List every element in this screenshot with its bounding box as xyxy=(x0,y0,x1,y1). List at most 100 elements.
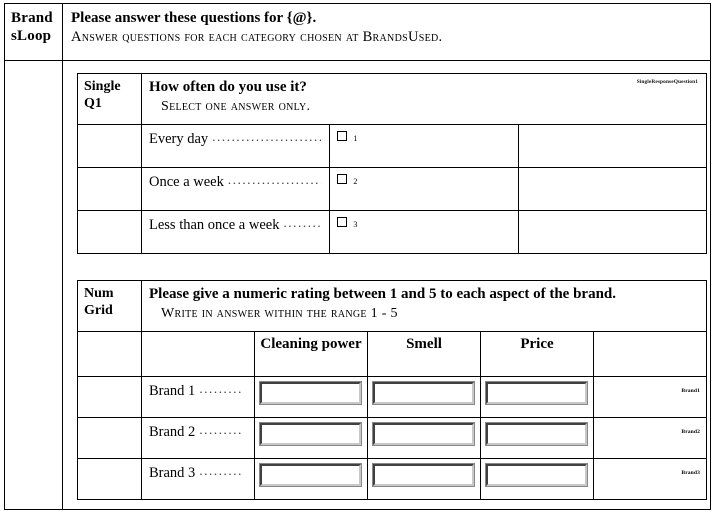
grid-question-type-label-line1: Num xyxy=(84,286,114,301)
answer-label-cell: Less than once a week ..................… xyxy=(140,210,331,254)
answer-spacer-cell xyxy=(77,210,142,254)
answer-trailing-cell xyxy=(517,124,708,168)
grid-input-field[interactable] xyxy=(485,463,588,487)
grid-row-label-cell: Brand 1 ......... xyxy=(141,376,255,418)
loop-label-line2: sLoop xyxy=(11,28,52,44)
answer-checkbox-cell[interactable]: 1 xyxy=(329,124,519,168)
grid-row-label: Brand 2 xyxy=(149,424,196,440)
answer-code: 1 xyxy=(353,133,358,143)
grid-column-header-row: Cleaning power Smell Price xyxy=(77,331,707,377)
grid-question-text-cell: Please give a numeric rating between 1 a… xyxy=(141,280,707,332)
checkbox-icon[interactable] xyxy=(337,131,348,141)
grid-input-cell[interactable] xyxy=(254,458,368,500)
table-row: Every day ..............................… xyxy=(77,124,708,168)
grid-input-field[interactable] xyxy=(372,463,475,487)
grid-row-label-cell: Brand 2 ......... xyxy=(141,417,255,459)
grid-header-spacer-cell xyxy=(77,331,142,377)
dot-leader: ......... xyxy=(199,383,243,396)
dot-leader: ........................................… xyxy=(283,217,322,230)
grid-row-label: Brand 1 xyxy=(149,383,196,399)
grid-input-field[interactable] xyxy=(259,463,362,487)
table-row: Less than once a week ..................… xyxy=(77,210,708,254)
answer-trailing-cell xyxy=(517,167,708,211)
grid-row-variable-name: Brand2 xyxy=(681,429,700,435)
grid-question-text: Please give a numeric rating between 1 a… xyxy=(149,286,617,302)
grid-input-cell[interactable] xyxy=(480,458,594,500)
grid-header-rowlabel-cell xyxy=(141,331,255,377)
single-response-question-table: Single Q1 SingleResponseQuestion1 How of… xyxy=(77,73,708,254)
answer-spacer-cell xyxy=(77,167,142,211)
grid-input-cell[interactable] xyxy=(254,417,368,459)
form-header-row: Brand sLoop Please answer these question… xyxy=(5,4,710,61)
grid-row-spacer-cell xyxy=(77,376,142,418)
answer-label-cell: Once a week ............................… xyxy=(140,167,331,211)
answer-label-cell: Every day ..............................… xyxy=(140,124,331,168)
grid-question-header-row: Num Grid Please give a numeric rating be… xyxy=(77,280,707,332)
dot-leader: ......... xyxy=(199,465,243,478)
grid-row-label: Brand 3 xyxy=(149,465,196,481)
loop-label-line1: Brand xyxy=(11,10,53,26)
table-row: Brand 3 ......... Brand3 xyxy=(77,458,707,500)
single-question-code-cell: Single Q1 xyxy=(77,73,142,125)
loop-body-spacer-cell xyxy=(5,61,63,509)
grid-row-spacer-cell xyxy=(77,458,142,500)
grid-row-variable-cell: Brand1 xyxy=(593,376,707,418)
form-outer-frame: Brand sLoop Please answer these question… xyxy=(4,3,711,510)
grid-column-header: Smell xyxy=(367,331,481,377)
grid-question-code-cell: Num Grid xyxy=(77,280,142,332)
grid-input-cell[interactable] xyxy=(367,417,481,459)
answer-spacer-cell xyxy=(77,124,142,168)
single-question-type-label: Single xyxy=(84,79,121,94)
answer-label: Once a week xyxy=(149,174,224,190)
answer-trailing-cell xyxy=(517,210,708,254)
dot-leader: ........................................… xyxy=(227,174,321,187)
grid-column-header: Price xyxy=(480,331,594,377)
dot-leader: ........................................… xyxy=(212,131,321,144)
intro-cell: Please answer these questions for {@}. A… xyxy=(63,4,710,60)
answer-checkbox-cell[interactable]: 3 xyxy=(329,210,519,254)
numeric-grid-question-table: Num Grid Please give a numeric rating be… xyxy=(77,280,707,500)
grid-input-cell[interactable] xyxy=(254,376,368,418)
single-question-instruction: Select one answer only. xyxy=(161,99,311,114)
grid-row-label-cell: Brand 3 ......... xyxy=(141,458,255,500)
single-question-text: How often do you use it? xyxy=(149,79,307,95)
loop-label-cell: Brand sLoop xyxy=(5,4,63,60)
single-question-text-cell: SingleResponseQuestion1 How often do you… xyxy=(141,73,707,125)
dot-leader: ......... xyxy=(199,424,243,437)
checkbox-icon[interactable] xyxy=(337,174,348,184)
grid-header-variable-cell xyxy=(593,331,707,377)
grid-input-field[interactable] xyxy=(372,422,475,446)
table-row: Brand 1 ......... Brand1 xyxy=(77,376,707,418)
grid-input-cell[interactable] xyxy=(367,376,481,418)
grid-input-cell[interactable] xyxy=(480,417,594,459)
grid-input-field[interactable] xyxy=(259,381,362,405)
table-row: Brand 2 ......... Brand2 xyxy=(77,417,707,459)
grid-input-cell[interactable] xyxy=(367,458,481,500)
grid-row-variable-cell: Brand3 xyxy=(593,458,707,500)
questionnaire-page: Brand sLoop Please answer these question… xyxy=(0,0,716,515)
grid-input-field[interactable] xyxy=(372,381,475,405)
answer-code: 2 xyxy=(353,176,358,186)
grid-question-type-label-line2: Grid xyxy=(84,303,113,318)
grid-row-variable-name: Brand1 xyxy=(681,388,700,394)
grid-column-header: Cleaning power xyxy=(254,331,368,377)
answer-label: Less than once a week xyxy=(149,217,280,233)
questions-container: Single Q1 SingleResponseQuestion1 How of… xyxy=(63,61,715,509)
answer-checkbox-cell[interactable]: 2 xyxy=(329,167,519,211)
intro-bold-text: Please answer these questions for {@}. xyxy=(71,10,317,26)
single-question-header-row: Single Q1 SingleResponseQuestion1 How of… xyxy=(77,73,707,125)
grid-question-instruction: Write in answer within the range 1 - 5 xyxy=(161,306,398,321)
form-body-row: Single Q1 SingleResponseQuestion1 How of… xyxy=(5,61,710,509)
table-row: Once a week ............................… xyxy=(77,167,708,211)
single-question-variable-name: SingleResponseQuestion1 xyxy=(636,79,698,85)
grid-row-variable-name: Brand3 xyxy=(681,470,700,476)
grid-input-cell[interactable] xyxy=(480,376,594,418)
grid-input-field[interactable] xyxy=(485,381,588,405)
answer-code: 3 xyxy=(353,219,358,229)
single-question-code-label: Q1 xyxy=(84,96,102,111)
grid-input-field[interactable] xyxy=(259,422,362,446)
answer-label: Every day xyxy=(149,131,209,147)
grid-input-field[interactable] xyxy=(485,422,588,446)
checkbox-icon[interactable] xyxy=(337,217,348,227)
